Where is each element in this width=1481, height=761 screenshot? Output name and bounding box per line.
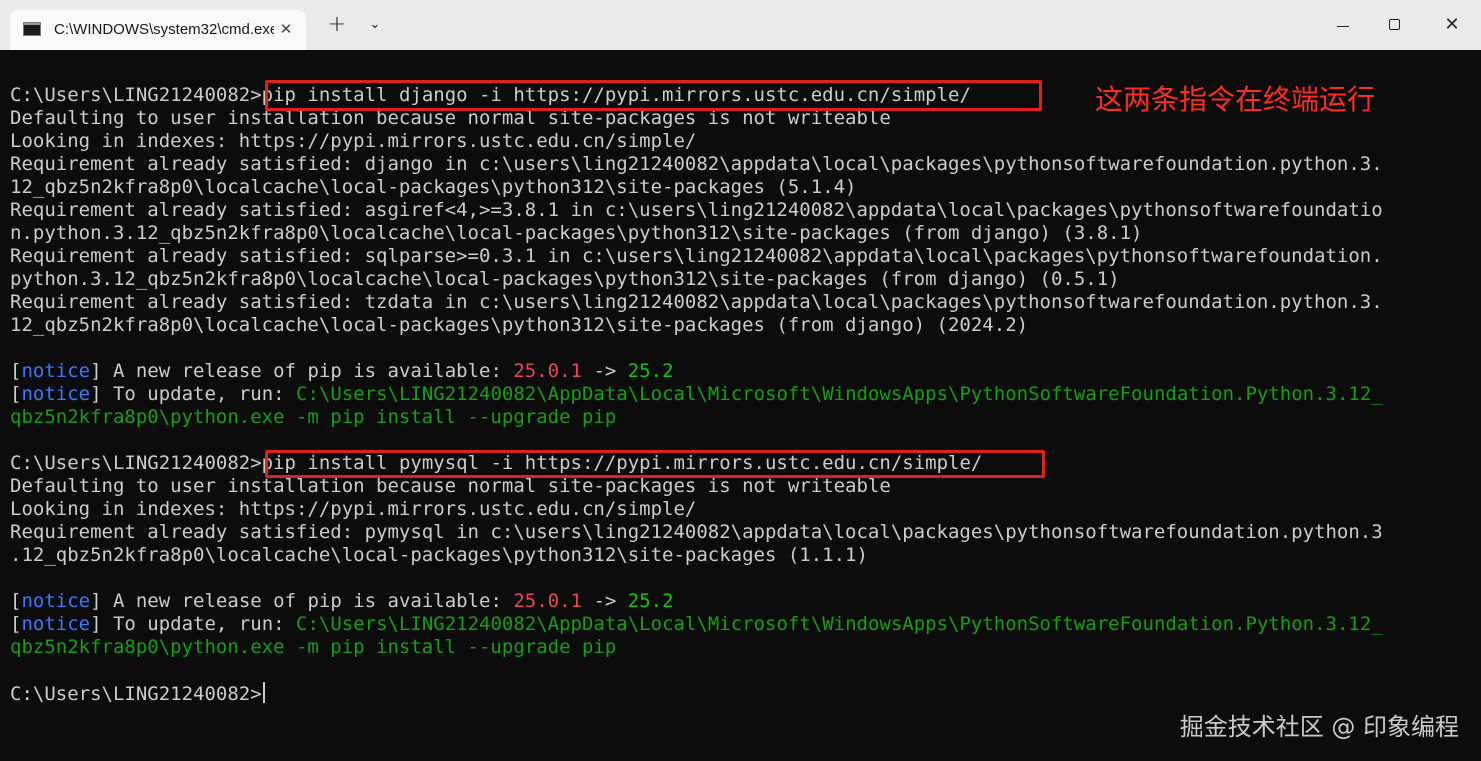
output-line: Looking in indexes: https://pypi.mirrors… [10,130,697,152]
notice-line: [notice] A new release of pip is availab… [10,590,674,613]
output-line: Looking in indexes: https://pypi.mirrors… [10,498,697,520]
output-line: Requirement already satisfied: tzdata in… [10,291,1383,313]
bracket: ] [90,613,102,635]
output-line: 12_qbz5n2kfra8p0\localcache\local-packag… [10,176,857,198]
notice-tag: notice [21,383,91,405]
bracket: [ [10,360,22,382]
minimize-icon [1337,26,1349,27]
output-line: Requirement already satisfied: pymysql i… [10,521,1383,543]
notice-line: [notice] To update, run: C:\Users\LING21… [10,383,1383,406]
output-line: Defaulting to user installation because … [10,475,891,497]
notice-tag: notice [21,360,91,382]
close-icon: ✕ [1444,14,1460,35]
tab-close-icon[interactable]: ✕ [276,19,296,39]
upgrade-command: qbz5n2kfra8p0\python.exe -m pip install … [10,406,617,428]
notice-text: To update, run: [101,383,297,405]
arrow-text: -> [582,590,628,612]
output-line: Requirement already satisfied: sqlparse>… [10,245,1383,267]
prompt: C:\Users\LING21240082> [10,84,262,106]
output-line: Requirement already satisfied: asgiref<4… [10,199,1383,221]
new-version: 25.2 [627,360,674,382]
minimize-button[interactable] [1320,0,1366,50]
command-highlight-box [265,80,1042,111]
bracket: ] [90,590,102,612]
notice-tag: notice [21,613,91,635]
old-version: 25.0.1 [513,590,582,612]
upgrade-command: C:\Users\LING21240082\AppData\Local\Micr… [296,613,1383,635]
output-line: n.python.3.12_qbz5n2kfra8p0\localcache\l… [10,222,1143,244]
output-line: python.3.12_qbz5n2kfra8p0\localcache\loc… [10,268,1120,290]
tab-title: C:\WINDOWS\system32\cmd.exe [54,21,274,38]
upgrade-command: qbz5n2kfra8p0\python.exe -m pip install … [10,636,617,658]
close-button[interactable]: ✕ [1428,0,1476,50]
watermark: 掘金技术社区 @ 印象编程 [1179,713,1459,741]
notice-tag: notice [21,590,91,612]
notice-text: A new release of pip is available: [101,590,514,612]
prompt: C:\Users\LING21240082> [10,683,262,705]
terminal-tab[interactable]: C:\WINDOWS\system32\cmd.exe ✕ [10,10,306,50]
new-version: 25.2 [627,590,674,612]
bracket: [ [10,383,22,405]
notice-text: A new release of pip is available: [101,360,514,382]
command-highlight-box [265,450,1045,478]
chevron-down-icon[interactable]: ⌄ [360,0,390,50]
bracket: ] [90,360,102,382]
output-line: .12_qbz5n2kfra8p0\localcache\local-packa… [10,544,868,566]
bracket: [ [10,590,22,612]
cmd-icon [23,22,41,36]
maximize-button[interactable] [1372,0,1418,50]
maximize-icon [1389,19,1400,30]
prompt: C:\Users\LING21240082> [10,452,262,474]
arrow-text: -> [582,360,628,382]
notice-line: [notice] A new release of pip is availab… [10,360,674,383]
active-prompt-line[interactable]: C:\Users\LING21240082> [10,682,265,705]
output-line: 12_qbz5n2kfra8p0\localcache\local-packag… [10,314,1029,336]
old-version: 25.0.1 [513,360,582,382]
annotation-text: 这两条指令在终端运行 [1095,83,1376,116]
notice-line: [notice] To update, run: C:\Users\LING21… [10,613,1383,636]
title-bar: C:\WINDOWS\system32\cmd.exe ✕ + ⌄ ✕ [0,0,1481,50]
new-tab-button[interactable]: + [322,0,352,50]
notice-text: To update, run: [101,613,297,635]
terminal-output[interactable]: C:\Users\LING21240082>pip install django… [0,50,1481,761]
text-cursor [262,682,265,703]
bracket: [ [10,613,22,635]
upgrade-command: C:\Users\LING21240082\AppData\Local\Micr… [296,383,1383,405]
bracket: ] [90,383,102,405]
output-line: Requirement already satisfied: django in… [10,153,1383,175]
